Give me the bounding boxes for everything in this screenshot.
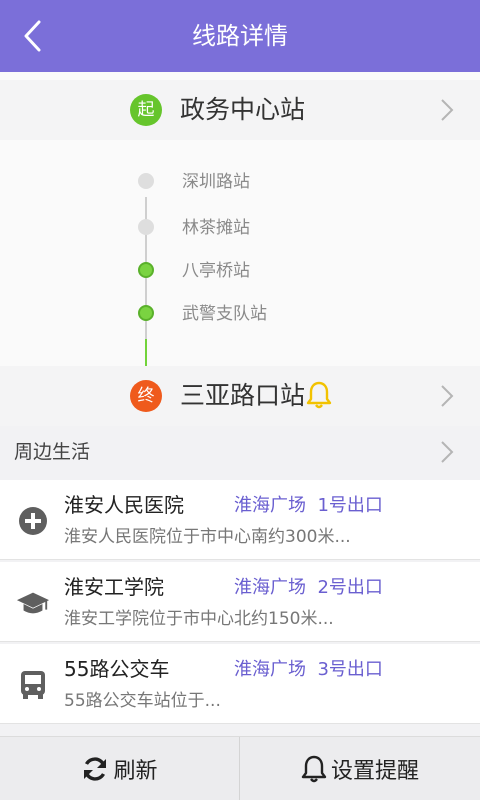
poi-location: 淮海广场 3号出口 [234,659,383,680]
stop-dot [138,262,154,278]
route-panel: 起 政务中心站 深圳路站 林茶摊站 八亭桥站 武警支队站 终 三亚路口站 [0,72,480,451]
title-bar: 线路详情 [0,0,480,72]
bottom-toolbar: 刷新 设置提醒 [0,736,480,800]
medical-plus-icon [16,504,50,538]
list-item[interactable]: 淮安工学院 淮海广场 2号出口 淮安工学院位于市中心北约150米... [0,562,480,642]
end-station-row[interactable]: 终 三亚路口站 [0,366,480,426]
poi-location: 淮海广场 1号出口 [234,495,383,516]
start-station-name: 政务中心站 [180,95,306,124]
stop-dot [138,305,154,321]
bell-icon [301,755,327,783]
refresh-button[interactable]: 刷新 [0,737,240,800]
poi-description: 55路公交车站位于... [64,691,221,711]
list-item[interactable]: 淮安人民医院 淮海广场 1号出口 淮安人民医院位于市中心南约300米... [0,480,480,560]
end-station-name: 三亚路口站 [180,381,306,410]
bus-icon [16,668,50,702]
section-title: 周边生活 [14,441,91,463]
poi-description: 淮安工学院位于市中心北约150米... [64,609,334,629]
chevron-right-icon [441,99,454,121]
bell-icon[interactable] [306,380,332,410]
refresh-label: 刷新 [113,759,158,784]
poi-description: 淮安人民医院位于市中心南约300米... [64,527,351,547]
start-station-row[interactable]: 起 政务中心站 [0,80,480,140]
set-reminder-button[interactable]: 设置提醒 [240,737,480,800]
start-badge: 起 [130,94,162,126]
stop-name[interactable]: 深圳路站 [182,170,250,194]
refresh-icon [84,757,107,781]
poi-location: 淮海广场 2号出口 [234,577,383,598]
chevron-right-icon [441,385,454,407]
nearby-section-header[interactable]: 周边生活 [0,426,480,478]
stop-dot [138,173,154,189]
chevron-right-icon [441,441,454,463]
stop-name[interactable]: 武警支队站 [182,302,267,326]
poi-name: 淮安工学院 [64,575,164,599]
list-item[interactable]: 55路公交车 淮海广场 3号出口 55路公交车站位于... [0,644,480,724]
set-reminder-label: 设置提醒 [330,759,419,784]
poi-name: 淮安人民医院 [64,493,184,517]
stop-name[interactable]: 林茶摊站 [182,216,250,240]
poi-name: 55路公交车 [64,657,170,681]
stop-dot [138,219,154,235]
graduation-cap-icon [16,586,50,620]
end-badge: 终 [130,380,162,412]
page-title: 线路详情 [192,22,288,50]
stop-name[interactable]: 八亭桥站 [182,259,250,283]
